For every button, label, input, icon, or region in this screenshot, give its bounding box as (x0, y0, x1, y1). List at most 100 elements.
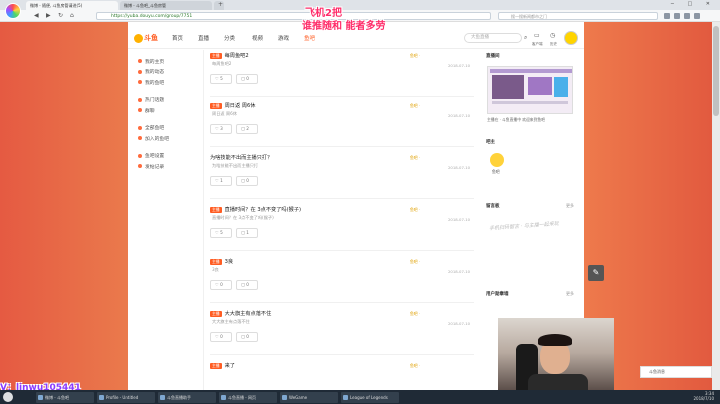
browser-tab-1[interactable]: 微博 - 随便, 斗鱼房管请进(5) (26, 1, 118, 10)
like-button[interactable]: ♡ 0 (210, 332, 232, 342)
sidebar-item-my-feed[interactable]: 我的动态 (128, 67, 203, 78)
comment-button[interactable]: ▢ 2 (236, 124, 258, 134)
sidebar-item-group-chat[interactable]: 群聊 (128, 105, 203, 116)
owner-avatar[interactable] (490, 153, 504, 167)
forward-icon[interactable]: ▶ (46, 12, 51, 19)
user-avatar[interactable] (564, 31, 578, 45)
client-label[interactable]: 客户端 (532, 42, 543, 47)
post-title[interactable]: 每周鱼吧2 (225, 53, 249, 59)
taskbar-item[interactable]: Profile - Untitled (97, 391, 155, 403)
nav-live[interactable]: 直播 (198, 34, 209, 42)
taskbar-item[interactable]: WeGame (280, 391, 338, 403)
history-icon[interactable]: ◷ (550, 32, 555, 39)
post-meta-author[interactable]: 鱼吧 · (410, 259, 420, 264)
post-excerpt: 为啥技能不出而主播只打 (212, 163, 259, 168)
post-tag: 主播 (210, 53, 222, 59)
post-item[interactable]: 主播 周日返 周6休 周日返 周6休 ♡ 3 ▢ 2 鱼吧 · 2018-07-10 (210, 102, 474, 147)
post-title[interactable]: 为啥技能不出而主播只打？ (210, 155, 272, 161)
post-item[interactable]: 主播 来了 鱼吧 · (210, 362, 474, 370)
compose-post-button[interactable]: ✎ (588, 265, 604, 281)
new-tab-button[interactable]: + (214, 1, 224, 10)
like-button[interactable]: ♡ 1 (210, 176, 232, 186)
post-item[interactable]: 主播 3良 3良 ♡ 0 ▢ 0 鱼吧 · 2018-07-10 (210, 258, 474, 303)
url-input[interactable]: https://yuba.douyu.com/group/7751 (96, 12, 491, 20)
browser-search-input[interactable]: 搜一搜新闻都市之门 (498, 12, 658, 20)
like-button[interactable]: ♡ 3 (210, 124, 232, 134)
nav-category[interactable]: 分类 (224, 34, 235, 42)
post-title[interactable]: 大大旗主有点落不住 (225, 311, 272, 317)
sidebar-item-label: 我的鱼吧 (145, 80, 165, 86)
comment-button[interactable]: ▢ 0 (236, 74, 258, 84)
post-title[interactable]: 直播时间？在 3点不变了吗(猴子) (225, 207, 301, 213)
refresh-icon[interactable]: ↻ (58, 12, 63, 19)
post-meta-author[interactable]: 鱼吧 · (410, 207, 420, 212)
live-thumbnail[interactable] (487, 66, 573, 114)
system-clock[interactable]: 3:34 2018/7/10 (693, 391, 714, 401)
extension-icon[interactable] (674, 13, 680, 19)
post-item[interactable]: 主播 直播时间？在 3点不变了吗(猴子) 直播时间？在 3点不变了吗(猴子) ♡ … (210, 206, 474, 251)
history-label[interactable]: 历史 (550, 42, 557, 47)
post-meta-author[interactable]: 鱼吧 · (410, 103, 420, 108)
post-item[interactable]: 主播 大大旗主有点落不住 大大旗主有点落不住 ♡ 0 ▢ 0 鱼吧 · 2018-0… (210, 310, 474, 355)
taskbar-item[interactable]: 斗鱼直播助手 (158, 391, 216, 403)
nav-video[interactable]: 视频 (252, 34, 263, 42)
post-item[interactable]: 为啥技能不出而主播只打？ 为啥技能不出而主播只打 ♡ 1 ▢ 0 鱼吧 · 201… (210, 154, 474, 199)
client-icon[interactable]: ▭ (534, 32, 540, 39)
taskbar-item[interactable]: 微博 - 斗鱼吧 (36, 391, 94, 403)
like-count: 0 (220, 282, 223, 287)
menu-icon[interactable] (694, 13, 700, 19)
taskbar-item[interactable]: League of Legends (341, 391, 399, 403)
comment-button[interactable]: ▢ 0 (236, 176, 258, 186)
extension-icon[interactable] (664, 13, 670, 19)
brand-name: 斗鱼 (144, 34, 158, 42)
start-button[interactable] (3, 392, 13, 402)
scroll-thumb[interactable] (713, 26, 719, 116)
sidebar-item-my-home[interactable]: 我的主页 (128, 56, 203, 67)
post-title[interactable]: 3良 (225, 259, 234, 265)
search-icon[interactable]: ⌕ (524, 34, 527, 42)
sidebar-item-hot-topics[interactable]: 热门话题 (128, 95, 203, 106)
extension-icon[interactable] (684, 13, 690, 19)
more-link[interactable]: 更多 (566, 203, 574, 209)
dot-icon (138, 125, 142, 130)
nav-games[interactable]: 游戏 (278, 34, 289, 42)
window-controls[interactable]: ─ □ ✕ (671, 1, 716, 7)
notification-toast[interactable]: 斗鱼消息 (640, 366, 712, 378)
comment-button[interactable]: ▢ 0 (236, 280, 258, 290)
sidebar-item-settings[interactable]: 鱼吧设置 (128, 151, 203, 162)
post-feed: 主播 每周鱼吧2 每周鱼吧2 ♡ 5 ▢ 0 鱼吧 · 2018-07-10 主播周… (204, 50, 476, 390)
more-link[interactable]: 更多 (566, 291, 574, 297)
comment-count: 2 (246, 126, 249, 131)
home-icon[interactable]: ⌂ (70, 12, 74, 19)
taskbar-item[interactable]: 斗鱼直播 - 网页 (219, 391, 277, 403)
comment-button[interactable]: ▢ 0 (236, 332, 258, 342)
post-item[interactable]: 主播 每周鱼吧2 每周鱼吧2 ♡ 5 ▢ 0 鱼吧 · 2018-07-10 (210, 52, 474, 97)
post-meta-author[interactable]: 鱼吧 · (410, 363, 420, 368)
comment-button[interactable]: ▢ 1 (236, 228, 258, 238)
browser-logo-icon[interactable] (5, 3, 21, 19)
page-scrollbar[interactable] (712, 22, 720, 390)
post-meta-author[interactable]: 鱼吧 · (410, 53, 420, 58)
post-title[interactable]: 周日返 周6休 (225, 103, 256, 109)
like-button[interactable]: ♡ 5 (210, 74, 232, 84)
post-title[interactable]: 来了 (225, 363, 235, 369)
post-meta-author[interactable]: 鱼吧 · (410, 311, 420, 316)
sidebar-item-my-yuba[interactable]: 我的鱼吧 (128, 77, 203, 88)
like-button[interactable]: ♡ 5 (210, 228, 232, 238)
like-button[interactable]: ♡ 0 (210, 280, 232, 290)
nav-yuba[interactable]: 鱼吧 (304, 34, 315, 42)
dot-icon (138, 69, 142, 74)
post-tag: 主播 (210, 363, 222, 369)
owner-name[interactable]: 鱼吧 (492, 169, 500, 175)
browser-tab-2[interactable]: 微博 - 斗鱼吧_斗鱼房管 (120, 1, 212, 10)
site-logo[interactable]: 斗鱼 (134, 32, 160, 44)
sidebar-item-post-history[interactable]: 发帖记录 (128, 161, 203, 172)
sidebar-item-joined[interactable]: 加入的鱼吧 (128, 133, 203, 144)
live-room-card[interactable]: 直播间 主播在 · 斗鱼直播中 欢迎来到鱼吧 (480, 50, 580, 130)
nav-home[interactable]: 首页 (172, 34, 183, 42)
dot-icon (138, 59, 142, 64)
post-meta-author[interactable]: 鱼吧 · (410, 155, 420, 160)
back-icon[interactable]: ◀ (34, 12, 39, 19)
site-search-input[interactable]: 大鱼直播 (464, 33, 522, 43)
sidebar-item-all-yuba[interactable]: 全部鱼吧 (128, 123, 203, 134)
